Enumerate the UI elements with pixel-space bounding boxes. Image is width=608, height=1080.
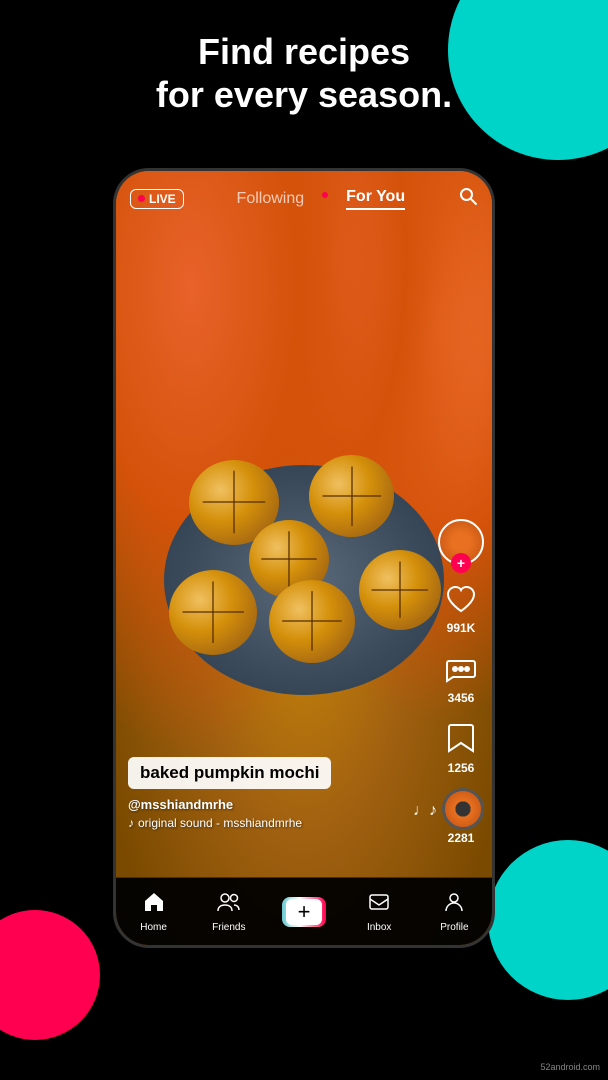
creator-avatar[interactable]: + xyxy=(438,519,484,565)
nav-home[interactable]: Home xyxy=(116,891,191,933)
inbox-label: Inbox xyxy=(367,922,391,933)
mochi-5 xyxy=(269,580,355,663)
save-icon[interactable] xyxy=(441,719,481,759)
tab-following[interactable]: Following xyxy=(237,190,305,208)
nav-profile[interactable]: Profile xyxy=(417,891,492,933)
live-dot xyxy=(138,195,145,202)
header-section: Find recipes for every season. xyxy=(0,30,608,116)
plus-icon: + xyxy=(298,901,311,923)
mochi-2 xyxy=(309,455,394,537)
bg-teal-bottom xyxy=(488,840,608,1000)
username[interactable]: @msshiandmrhe xyxy=(128,797,432,812)
nav-friends[interactable]: Friends xyxy=(191,891,266,933)
sound-info[interactable]: ♪ original sound - msshiandmrhe xyxy=(128,816,432,830)
like-action[interactable]: 991K xyxy=(441,579,481,635)
comment-action[interactable]: 3456 xyxy=(441,649,481,705)
profile-icon xyxy=(443,891,465,919)
nav-inbox[interactable]: Inbox xyxy=(342,891,417,933)
comment-icon[interactable] xyxy=(441,649,481,689)
live-button[interactable]: LIVE xyxy=(130,189,184,209)
home-label: Home xyxy=(140,922,167,933)
follow-plus-button[interactable]: + xyxy=(451,553,471,573)
top-tabs: Following For You xyxy=(237,188,406,210)
phone-mockup: LIVE Following For You + xyxy=(113,168,495,948)
music-dots: ♩♪ xyxy=(413,802,437,820)
tab-notification-dot xyxy=(322,192,328,198)
mochi-4 xyxy=(169,570,257,655)
video-area[interactable]: LIVE Following For You + xyxy=(116,171,492,945)
nav-add[interactable]: + xyxy=(266,897,341,927)
like-count: 991K xyxy=(447,621,476,635)
spinning-record[interactable] xyxy=(442,788,484,830)
top-bar: LIVE Following For You xyxy=(116,171,492,226)
caption-tag: baked pumpkin mochi xyxy=(128,757,331,789)
mochi-group xyxy=(159,450,449,700)
share-count: 2281 xyxy=(448,831,475,845)
inbox-icon xyxy=(368,891,390,919)
comment-count: 3456 xyxy=(448,691,475,705)
mochi-6 xyxy=(359,550,441,630)
bottom-nav: Home Friends + xyxy=(116,877,492,945)
bg-pink-bottom xyxy=(0,910,100,1040)
like-icon[interactable] xyxy=(441,579,481,619)
home-icon xyxy=(143,891,165,919)
profile-label: Profile xyxy=(440,922,468,933)
save-action[interactable]: 1256 xyxy=(441,719,481,775)
caption-area: baked pumpkin mochi @msshiandmrhe ♪ orig… xyxy=(128,757,432,830)
tab-for-you[interactable]: For You xyxy=(346,188,405,210)
friends-icon xyxy=(217,891,241,919)
friends-label: Friends xyxy=(212,922,245,933)
header-title: Find recipes for every season. xyxy=(0,30,608,116)
watermark: 52android.com xyxy=(540,1062,600,1072)
save-count: 1256 xyxy=(448,761,475,775)
music-note-icon: ♪ xyxy=(128,816,134,830)
add-button[interactable]: + xyxy=(282,897,326,927)
search-icon[interactable] xyxy=(458,186,478,212)
